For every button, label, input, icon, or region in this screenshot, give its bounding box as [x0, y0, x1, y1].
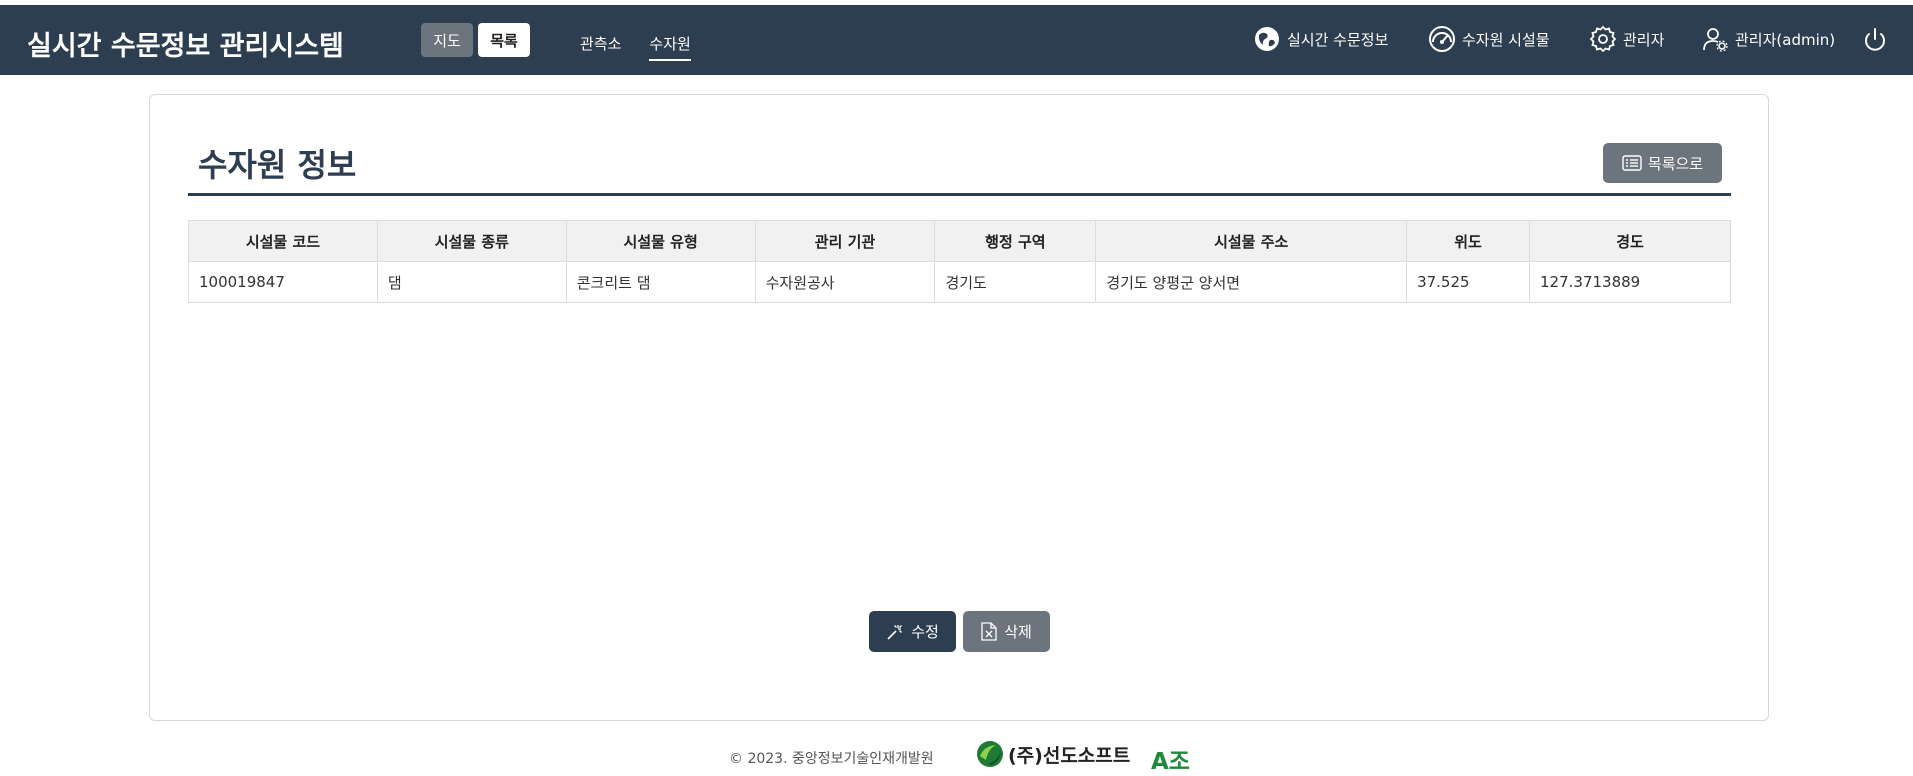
- admin-settings-link[interactable]: 관리자: [1589, 25, 1664, 53]
- title-divider: [188, 193, 1731, 196]
- page-title: 수자원 정보: [198, 146, 357, 184]
- water-facilities-label: 수자원 시설물: [1462, 30, 1550, 49]
- column-header-facility-address: 시설물 주소: [1095, 220, 1408, 262]
- page-footer: © 2023. 중앙정보기술인재개발원 (주)선도소프트 A조: [0, 736, 1913, 775]
- nav-item-water-resources[interactable]: 수자원: [649, 31, 691, 61]
- delete-button[interactable]: 삭제: [963, 611, 1050, 652]
- cell-facility-kind: 댐: [376, 261, 567, 303]
- cell-facility-address: 경기도 양평군 양서면: [1095, 261, 1408, 303]
- cell-managing-agency: 수자원공사: [754, 261, 936, 303]
- cell-latitude: 37.525: [1406, 261, 1531, 303]
- realtime-hydro-label: 실시간 수문정보: [1287, 30, 1389, 49]
- cell-facility-type: 콘크리트 댐: [565, 261, 756, 303]
- column-header-facility-kind: 시설물 종류: [376, 220, 567, 262]
- table-row: 100019847 댐 콘크리트 댐 수자원공사 경기도 경기도 양평군 양서면…: [188, 261, 1731, 303]
- column-header-facility-code: 시설물 코드: [188, 220, 378, 262]
- back-to-list-button[interactable]: 목록으로: [1603, 143, 1722, 183]
- list-view-button[interactable]: 목록: [478, 23, 530, 57]
- user-account-link[interactable]: 관리자(admin): [1701, 25, 1835, 53]
- cell-admin-district: 경기도: [934, 261, 1097, 303]
- globe-icon: [1255, 27, 1279, 51]
- back-to-list-label: 목록으로: [1647, 154, 1704, 173]
- column-header-facility-type: 시설물 유형: [565, 220, 756, 262]
- company-name: (주)선도소프트: [1008, 744, 1131, 767]
- column-header-latitude: 위도: [1406, 220, 1531, 262]
- app-title[interactable]: 실시간 수문정보 관리시스템: [27, 24, 344, 63]
- user-settings-icon: [1703, 28, 1728, 52]
- delete-label: 삭제: [1004, 623, 1032, 641]
- water-resource-info-table: 시설물 코드 시설물 종류 시설물 유형 관리 기관 행정 구역 시설물 주소 …: [188, 220, 1731, 303]
- company-globe-logo-icon: [977, 741, 1003, 767]
- edit-button[interactable]: 수정: [869, 611, 956, 652]
- column-header-longitude: 경도: [1529, 220, 1731, 262]
- edit-label: 수정: [911, 623, 939, 641]
- gauge-icon: [1429, 26, 1455, 52]
- gear-icon: [1589, 25, 1617, 53]
- list-icon: [1622, 155, 1642, 171]
- copyright-text: © 2023. 중앙정보기술인재개발원: [729, 751, 934, 767]
- nav-item-stations[interactable]: 관측소: [580, 31, 621, 61]
- column-header-managing-agency: 관리 기관: [754, 220, 936, 262]
- user-label: 관리자(admin): [1735, 30, 1836, 49]
- app-header: 실시간 수문정보 관리시스템 지도 목록 관측소 수자원 실시간 수문정보 수자…: [0, 5, 1913, 75]
- company-logo: (주)선도소프트: [976, 740, 1130, 768]
- admin-label: 관리자: [1623, 30, 1665, 49]
- cell-longitude: 127.3713889: [1529, 261, 1731, 303]
- view-toggle: 지도 목록: [421, 23, 530, 57]
- team-label: A조: [1151, 749, 1190, 775]
- magic-wand-icon: [887, 624, 903, 640]
- table-header-row: 시설물 코드 시설물 종류 시설물 유형 관리 기관 행정 구역 시설물 주소 …: [188, 220, 1731, 262]
- action-buttons: 수정 삭제: [869, 611, 1050, 652]
- cell-facility-code: 100019847: [188, 261, 378, 303]
- logout-button[interactable]: [1862, 27, 1888, 53]
- power-icon: [1865, 28, 1885, 51]
- column-header-admin-district: 행정 구역: [934, 220, 1097, 262]
- map-view-button[interactable]: 지도: [421, 23, 473, 57]
- file-delete-icon: [981, 622, 997, 641]
- water-facilities-link[interactable]: 수자원 시설물: [1428, 25, 1550, 53]
- main-nav: 관측소 수자원: [580, 31, 719, 61]
- realtime-hydro-link[interactable]: 실시간 수문정보: [1253, 25, 1388, 53]
